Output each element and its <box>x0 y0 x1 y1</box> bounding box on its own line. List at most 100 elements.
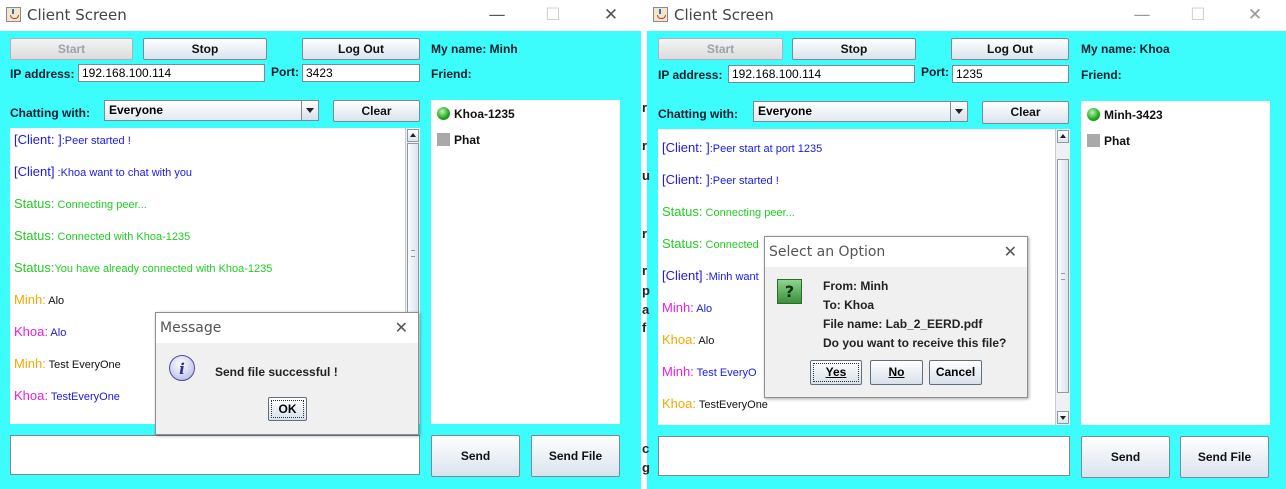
friend-name: Minh-3423 <box>1104 108 1163 122</box>
chevron-down-icon[interactable] <box>301 101 318 120</box>
dialog-message: Send file successful ! <box>215 365 338 379</box>
title-bar[interactable]: Client Screen — ☐ ✕ <box>0 0 641 31</box>
message-prefix: [Client: ] <box>662 172 710 187</box>
chat-message: [Client: ]:Peer started ! <box>14 132 131 147</box>
title-bar[interactable]: Client Screen — ☐ ✕ <box>647 0 1286 31</box>
close-icon[interactable]: ✕ <box>1004 242 1017 261</box>
offline-icon <box>1087 134 1100 147</box>
chat-message: Status: Connected <box>662 236 759 251</box>
friend-item[interactable]: Phat <box>437 133 480 147</box>
background-char: c <box>642 441 650 456</box>
port-field[interactable]: 1235 <box>952 65 1069 83</box>
chat-message: [Client: ]:Peer started ! <box>662 172 779 187</box>
yes-button[interactable]: Yes <box>810 360 862 385</box>
scroll-thumb[interactable] <box>1057 159 1069 393</box>
friend-name: Phat <box>1104 134 1131 148</box>
dialog-title-bar[interactable]: Message ✕ <box>156 313 418 343</box>
send-file-button[interactable]: Send File <box>1180 436 1269 478</box>
friend-list[interactable]: Khoa-1235 Phat <box>431 100 620 424</box>
info-icon: i <box>169 355 195 381</box>
clear-button[interactable]: Clear <box>333 100 420 122</box>
clear-button[interactable]: Clear <box>982 101 1069 124</box>
friend-name: Khoa-1235 <box>454 107 515 121</box>
dialog-from: From: Minh <box>823 279 889 293</box>
chat-scrollbar[interactable] <box>1055 129 1070 425</box>
no-button[interactable]: No <box>870 360 923 385</box>
message-text: Connecting peer... <box>702 207 795 219</box>
dialog-title-bar[interactable]: Select an Option ✕ <box>765 237 1027 267</box>
background-char: a <box>642 302 650 317</box>
stop-button[interactable]: Stop <box>792 38 916 60</box>
chat-message: Minh: Test EveryOne <box>14 356 121 371</box>
start-button[interactable]: Start <box>658 38 783 60</box>
ok-button[interactable]: OK <box>268 397 307 421</box>
message-prefix: Minh: <box>662 364 694 379</box>
minimize-button[interactable]: — <box>1124 2 1160 28</box>
friend-list[interactable]: Minh-3423 Phat <box>1081 101 1270 425</box>
close-button[interactable]: ✕ <box>1237 2 1273 28</box>
message-input[interactable] <box>10 435 420 475</box>
chat-message: Minh: Test EveryO <box>662 364 757 379</box>
message-prefix: [Client: ] <box>662 140 710 155</box>
logout-button[interactable]: Log Out <box>302 38 420 60</box>
friend-item[interactable]: Minh-3423 <box>1087 108 1163 122</box>
message-prefix: [Client] <box>662 268 703 283</box>
message-prefix: [Client: ] <box>14 132 62 147</box>
no-label: No <box>888 365 905 379</box>
close-icon[interactable]: ✕ <box>395 318 408 337</box>
chat-message: Status:You have already connected with K… <box>14 260 272 275</box>
message-text: TestEveryOne <box>695 399 768 411</box>
offline-icon <box>437 133 450 146</box>
friend-item[interactable]: Phat <box>1087 134 1130 148</box>
stop-button[interactable]: Stop <box>143 38 267 60</box>
message-text: :Minh want <box>702 271 759 283</box>
scroll-up-icon[interactable] <box>407 129 419 142</box>
close-button[interactable]: ✕ <box>593 2 629 28</box>
chevron-down-icon[interactable] <box>950 102 967 121</box>
ip-address-field[interactable]: 192.168.100.114 <box>78 64 265 82</box>
background-char: r <box>642 226 648 241</box>
message-text: Connected <box>702 239 759 251</box>
ip-address-field[interactable]: 192.168.100.114 <box>728 65 915 83</box>
friend-item[interactable]: Khoa-1235 <box>437 107 515 121</box>
chatting-with-select[interactable]: Everyone <box>753 101 968 122</box>
send-button[interactable]: Send <box>1081 436 1170 478</box>
question-icon: ? <box>777 279 802 304</box>
port-field[interactable]: 3423 <box>302 64 420 82</box>
background-char: u <box>642 168 650 183</box>
chatting-with-value: Everyone <box>109 103 164 117</box>
online-icon <box>1087 108 1100 121</box>
start-button[interactable]: Start <box>10 38 133 60</box>
chat-message: Minh: Alo <box>14 292 64 307</box>
my-name-label: My name: Khoa <box>1081 42 1170 56</box>
chat-message: Status: Connecting peer... <box>14 196 147 211</box>
background-char: r <box>642 263 648 278</box>
message-input[interactable] <box>658 436 1070 476</box>
scroll-up-icon[interactable] <box>1057 130 1069 143</box>
maximize-button[interactable]: ☐ <box>1180 2 1216 28</box>
chatting-with-label: Chatting with: <box>10 106 90 120</box>
cancel-button[interactable]: Cancel <box>929 360 982 385</box>
chatting-with-select[interactable]: Everyone <box>104 100 319 121</box>
chatting-with-value: Everyone <box>758 104 813 118</box>
message-text: Connecting peer... <box>54 199 147 211</box>
scroll-down-icon[interactable] <box>1057 411 1069 424</box>
message-prefix: Status: <box>14 260 55 275</box>
chat-message: [Client] :Khoa want to chat with you <box>14 164 192 179</box>
maximize-button[interactable]: ☐ <box>535 2 571 28</box>
send-file-button[interactable]: Send File <box>531 435 620 477</box>
message-text: Alo <box>695 335 715 347</box>
dialog-to: To: Khoa <box>823 298 875 312</box>
background-char: p <box>642 283 650 298</box>
message-prefix: Khoa: <box>14 324 48 339</box>
logout-button[interactable]: Log Out <box>951 38 1069 60</box>
minimize-button[interactable]: — <box>479 2 515 28</box>
chat-message: [Client: ]:Peer start at port 1235 <box>662 140 822 155</box>
dialog-file-name: File name: Lab_2_EERD.pdf <box>823 317 983 331</box>
message-prefix: Status: <box>14 228 55 243</box>
background-char: g <box>642 460 650 475</box>
send-button[interactable]: Send <box>431 435 520 477</box>
message-prefix: Status: <box>662 204 703 219</box>
friend-label: Friend: <box>431 67 472 81</box>
background-char: r <box>642 100 648 115</box>
